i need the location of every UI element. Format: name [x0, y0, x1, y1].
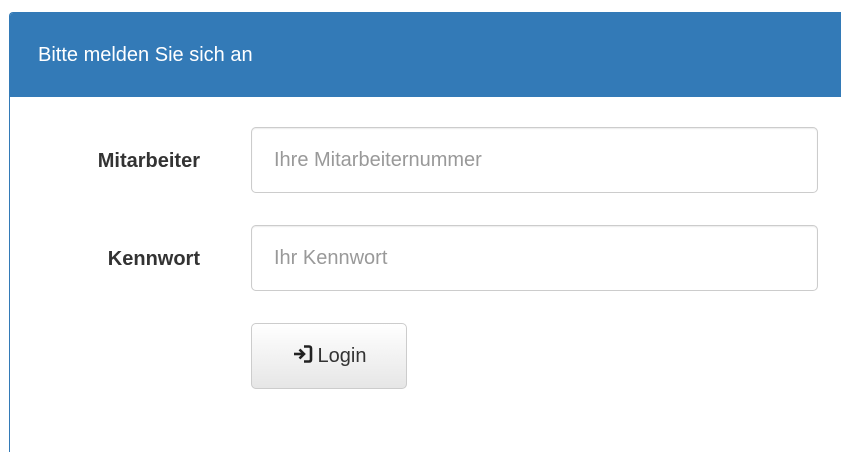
employee-number-input[interactable] — [251, 127, 818, 193]
log-in-icon — [292, 343, 314, 369]
login-button[interactable]: Login — [251, 323, 407, 389]
login-panel: Bitte melden Sie sich an Mitarbeiter Ken… — [9, 12, 841, 452]
login-button-label: Login — [317, 344, 367, 367]
panel-title: Bitte melden Sie sich an — [38, 43, 253, 66]
panel-heading: Bitte melden Sie sich an — [10, 13, 841, 97]
employee-label: Mitarbeiter — [97, 150, 200, 172]
password-label: Kennwort — [107, 248, 200, 270]
password-input[interactable] — [251, 225, 818, 291]
